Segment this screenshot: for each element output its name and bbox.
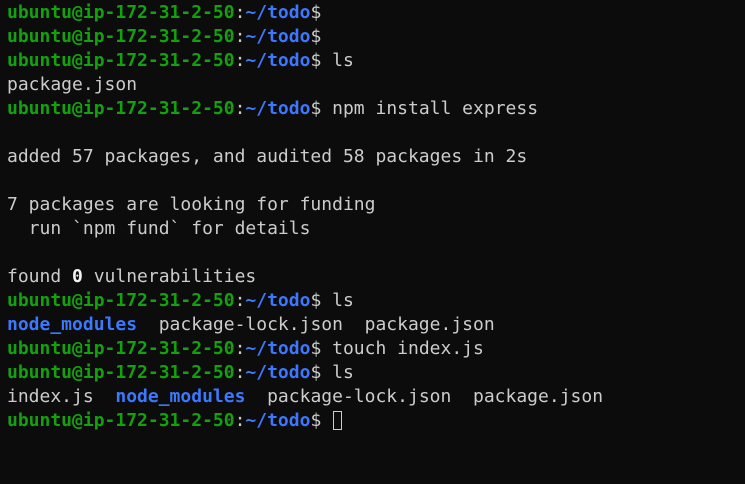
prompt-path: ~/todo <box>245 290 311 311</box>
prompt-colon: : <box>234 362 246 383</box>
prompt-user-host: ubuntu@ip-172-31-2-50 <box>7 410 235 431</box>
prompt-path: ~/todo <box>245 338 311 359</box>
prompt-user-host: ubuntu@ip-172-31-2-50 <box>7 98 235 119</box>
output-line: index.js node_modules package-lock.json … <box>7 385 745 409</box>
prompt-path: ~/todo <box>245 50 311 71</box>
command-text: npm install express <box>321 98 539 119</box>
command-text: ls <box>321 362 354 383</box>
prompt-path: ~/todo <box>245 26 311 47</box>
prompt-line: ubuntu@ip-172-31-2-50:~/todo$ ls <box>7 361 745 385</box>
file-names: package-lock.json package.json <box>137 314 495 335</box>
prompt-path: ~/todo <box>245 362 311 383</box>
file-names: package-lock.json package.json <box>245 386 604 407</box>
output-line: run `npm fund` for details <box>7 218 311 239</box>
prompt-line: ubuntu@ip-172-31-2-50:~/todo$ ls <box>7 49 745 73</box>
prompt-line: ubuntu@ip-172-31-2-50:~/todo$ <box>7 1 745 25</box>
command-text: touch index.js <box>321 338 484 359</box>
prompt-dollar: $ <box>310 362 322 383</box>
command-text: ls <box>321 290 354 311</box>
output-line: node_modules package-lock.json package.j… <box>7 313 745 337</box>
output-line: package.json <box>7 74 138 95</box>
command-text: ls <box>321 50 354 71</box>
prompt-dollar: $ <box>310 26 322 47</box>
prompt-line: ubuntu@ip-172-31-2-50:~/todo$ touch inde… <box>7 337 745 361</box>
prompt-line: ubuntu@ip-172-31-2-50:~/todo$ <box>7 25 745 49</box>
directory-name: node_modules <box>115 386 246 407</box>
prompt-dollar: $ <box>310 410 322 431</box>
prompt-user-host: ubuntu@ip-172-31-2-50 <box>7 290 235 311</box>
prompt-dollar: $ <box>310 338 322 359</box>
prompt-dollar: $ <box>310 2 322 23</box>
prompt-line: ubuntu@ip-172-31-2-50:~/todo$ npm instal… <box>7 97 745 121</box>
prompt-dollar: $ <box>310 98 322 119</box>
prompt-user-host: ubuntu@ip-172-31-2-50 <box>7 338 235 359</box>
output-text: found <box>7 266 73 287</box>
prompt-colon: : <box>234 26 246 47</box>
file-name: index.js <box>7 386 116 407</box>
prompt-user-host: ubuntu@ip-172-31-2-50 <box>7 50 235 71</box>
prompt-colon: : <box>234 50 246 71</box>
output-text: vulnerabilities <box>82 266 257 287</box>
prompt-colon: : <box>234 290 246 311</box>
directory-name: node_modules <box>7 314 138 335</box>
text-cursor[interactable] <box>333 411 343 430</box>
terminal-window[interactable]: ubuntu@ip-172-31-2-50:~/todo$ ubuntu@ip-… <box>0 0 745 484</box>
current-prompt-line[interactable]: ubuntu@ip-172-31-2-50:~/todo$ <box>7 409 745 433</box>
prompt-colon: : <box>234 338 246 359</box>
prompt-dollar: $ <box>310 50 322 71</box>
prompt-line: ubuntu@ip-172-31-2-50:~/todo$ ls <box>7 289 745 313</box>
prompt-colon: : <box>234 2 246 23</box>
prompt-user-host: ubuntu@ip-172-31-2-50 <box>7 2 235 23</box>
vulnerability-count: 0 <box>72 266 83 287</box>
prompt-dollar: $ <box>310 290 322 311</box>
prompt-colon: : <box>234 98 246 119</box>
prompt-path: ~/todo <box>245 98 311 119</box>
prompt-path: ~/todo <box>245 410 311 431</box>
output-line: 7 packages are looking for funding <box>7 194 376 215</box>
output-line: found 0 vulnerabilities <box>7 265 745 289</box>
prompt-colon: : <box>234 410 246 431</box>
prompt-path: ~/todo <box>245 2 311 23</box>
prompt-user-host: ubuntu@ip-172-31-2-50 <box>7 362 235 383</box>
prompt-user-host: ubuntu@ip-172-31-2-50 <box>7 26 235 47</box>
output-line: added 57 packages, and audited 58 packag… <box>7 146 528 167</box>
